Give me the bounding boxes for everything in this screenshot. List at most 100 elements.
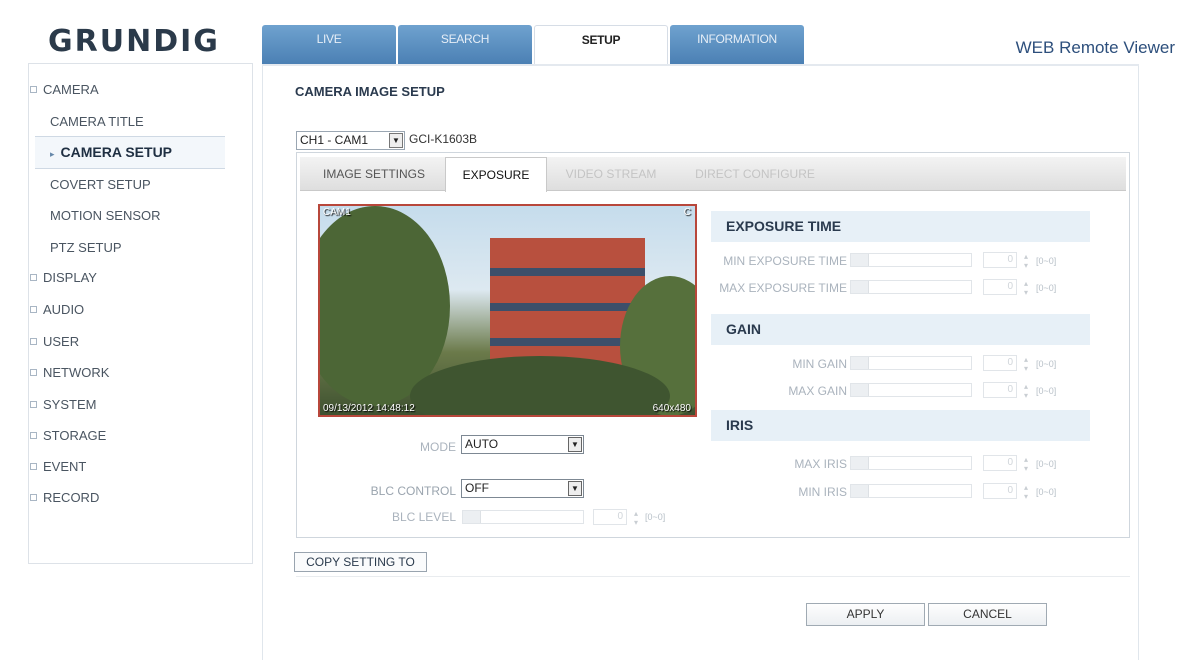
dropdown-arrow-icon: ▼ [568,437,582,452]
slider-knob[interactable] [851,254,869,266]
expand-box-icon [30,432,37,439]
max-gain-range: [0~0] [1036,386,1057,396]
subtab-video-stream: VIDEO STREAM [565,167,657,181]
max-iris-label: MAX IRIS [794,457,847,471]
min-iris-label: MIN IRIS [798,485,847,499]
max-gain-input[interactable]: 0 [983,382,1017,398]
exposure-time-header: EXPOSURE TIME [711,211,1090,242]
max-gain-label: MAX GAIN [788,384,847,398]
min-exposure-time-slider[interactable] [850,253,972,267]
min-exposure-time-input[interactable]: 0 [983,252,1017,268]
min-iris-range: [0~0] [1036,487,1057,497]
spin-arrows-icon[interactable]: ▴ ▾ [1024,355,1028,373]
expand-box-icon [30,463,37,470]
max-exposure-time-slider[interactable] [850,280,972,294]
max-exposure-time-label: MAX EXPOSURE TIME [719,281,847,295]
slider-knob[interactable] [851,384,869,396]
caret-right-icon: ▸ [50,149,55,159]
slider-knob[interactable] [851,357,869,369]
cancel-button[interactable]: CANCEL [928,603,1047,626]
sidebar-item-system[interactable]: SYSTEM [30,397,96,412]
mode-select[interactable]: AUTO ▼ [461,435,584,454]
sidebar-item-display[interactable]: DISPLAY [30,270,97,285]
blc-control-select[interactable]: OFF ▼ [461,479,584,498]
preview-timestamp: 09/13/2012 14:48:12 [323,403,415,414]
sidebar-item-record[interactable]: RECORD [30,490,99,505]
camera-preview: CAM1 C 09/13/2012 14:48:12 640x480 [318,204,697,417]
spin-arrows-icon[interactable]: ▴ ▾ [1024,279,1028,297]
dropdown-arrow-icon: ▼ [389,133,403,148]
subtab-direct-configure: DIRECT CONFIGURE [695,167,815,181]
min-gain-range: [0~0] [1036,359,1057,369]
grundig-logo: GRUNDIG [48,24,220,59]
apply-button[interactable]: APPLY [806,603,925,626]
blc-level-range: [0~0] [645,512,666,522]
divider [296,576,1130,577]
iris-header: IRIS [711,410,1090,441]
camera-select[interactable]: CH1 - CAM1 ▼ [296,131,405,150]
slider-knob[interactable] [851,457,869,469]
slider-knob[interactable] [851,281,869,293]
spin-arrows-icon[interactable]: ▴ ▾ [1024,252,1028,270]
tab-live[interactable]: LIVE [262,25,396,65]
expand-box-icon [30,338,37,345]
window-band [490,268,645,276]
tab-information[interactable]: INFORMATION [670,25,804,65]
max-iris-input[interactable]: 0 [983,455,1017,471]
preview-resolution: 640x480 [652,403,691,414]
dropdown-arrow-icon: ▼ [568,481,582,496]
slider-knob[interactable] [463,511,481,523]
min-iris-input[interactable]: 0 [983,483,1017,499]
subtab-image-settings[interactable]: IMAGE SETTINGS [304,157,444,191]
collapse-box-icon [30,86,37,93]
window-band [490,303,645,311]
min-exposure-time-label: MIN EXPOSURE TIME [723,254,847,268]
sidebar-subitem-motion-sensor[interactable]: MOTION SENSOR [50,208,161,223]
blc-level-label: BLC LEVEL [391,510,456,524]
sidebar-item-audio[interactable]: AUDIO [30,302,84,317]
max-exposure-time-input[interactable]: 0 [983,279,1017,295]
expand-box-icon [30,401,37,408]
tab-setup[interactable]: SETUP [534,25,668,65]
product-name: WEB Remote Viewer [1015,38,1175,57]
min-gain-label: MIN GAIN [792,357,847,371]
min-gain-input[interactable]: 0 [983,355,1017,371]
subtab-exposure[interactable]: EXPOSURE [445,157,547,192]
spin-arrows-icon[interactable]: ▴ ▾ [1024,455,1028,473]
min-exposure-time-range: [0~0] [1036,256,1057,266]
blc-level-slider[interactable] [462,510,584,524]
sidebar-subitem-ptz-setup[interactable]: PTZ SETUP [50,240,122,255]
sidebar-item-user[interactable]: USER [30,334,79,349]
sidebar-item-event[interactable]: EVENT [30,459,86,474]
expand-box-icon [30,274,37,281]
sidebar-item-storage[interactable]: STORAGE [30,428,106,443]
mode-label: MODE [420,440,456,454]
slider-knob[interactable] [851,485,869,497]
sidebar-subitem-covert-setup[interactable]: COVERT SETUP [50,177,151,192]
spin-arrows-icon[interactable]: ▴ ▾ [1024,382,1028,400]
camera-model: GCI-K1603B [409,132,478,146]
sidebar-item-camera[interactable]: CAMERA [30,82,99,97]
page-title: CAMERA IMAGE SETUP [295,84,445,99]
sidebar-item-network[interactable]: NETWORK [30,365,109,380]
spin-arrows-icon[interactable]: ▴ ▾ [1024,483,1028,501]
min-gain-slider[interactable] [850,356,972,370]
expand-box-icon [30,306,37,313]
top-navigation: LIVE SEARCH SETUP INFORMATION [262,25,806,65]
blc-control-label: BLC CONTROL [370,484,456,498]
sidebar-subitem-camera-title[interactable]: CAMERA TITLE [50,114,144,129]
preview-cam-label: CAM1 [323,207,351,218]
sidebar-subitem-camera-setup[interactable]: ▸ CAMERA SETUP [35,136,225,169]
tab-search[interactable]: SEARCH [398,25,532,65]
spin-arrows-icon[interactable]: ▴ ▾ [634,509,638,527]
copy-setting-button[interactable]: COPY SETTING TO [294,552,427,572]
max-gain-slider[interactable] [850,383,972,397]
preview-corner-label: C [683,207,691,218]
max-iris-range: [0~0] [1036,459,1057,469]
expand-box-icon [30,494,37,501]
expand-box-icon [30,369,37,376]
max-iris-slider[interactable] [850,456,972,470]
blc-level-input[interactable]: 0 [593,509,627,525]
max-exposure-time-range: [0~0] [1036,283,1057,293]
min-iris-slider[interactable] [850,484,972,498]
